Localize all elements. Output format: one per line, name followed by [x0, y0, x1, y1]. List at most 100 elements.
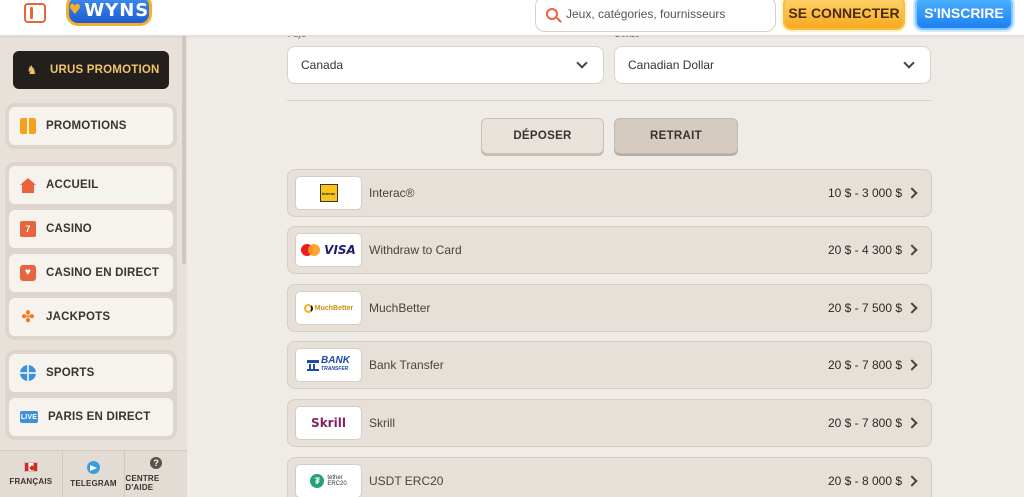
tether-icon: ₮: [310, 474, 325, 488]
telegram-icon: [87, 460, 100, 474]
telegram-label: TELEGRAM: [70, 478, 117, 488]
visa-wordmark: VISA: [324, 243, 356, 257]
tab-withdraw[interactable]: RETRAIT: [614, 118, 738, 154]
tether-logo: ₮ tether ERC20: [295, 464, 362, 497]
chevron-right-icon: [906, 359, 918, 371]
sidebar-item-label: ACCUEIL: [46, 179, 99, 191]
clover-icon: ✤: [21, 307, 35, 326]
sidebar-item-casino[interactable]: 7 CASINO: [9, 210, 173, 248]
payment-method-usdt-erc20[interactable]: ₮ tether ERC20 USDT ERC20 20 $ - 8 000 $: [287, 457, 932, 497]
sidebar-group-sports: SPORTS LIVE PARIS EN DIRECT: [5, 350, 177, 440]
tether-sub-wordmark: ERC20: [327, 481, 347, 487]
search-box[interactable]: [535, 0, 776, 32]
bank-building-icon: [307, 359, 320, 371]
brand-logo[interactable]: ♥ WYNS: [66, 0, 152, 26]
sidebar-item-urus-promotion[interactable]: ♞ URUS PROMOTION: [13, 51, 169, 89]
sidebar-scrollbar[interactable]: [182, 36, 186, 264]
currency-value: Canadian Dollar: [628, 58, 715, 72]
sidebar-group-promo: ♞ URUS PROMOTION: [5, 48, 177, 92]
method-name: MuchBetter: [369, 301, 431, 315]
main-content: Pays Canada Devise Canadian Dollar DÉPOS…: [187, 30, 1024, 497]
sidebar-item-label: SPORTS: [46, 367, 95, 379]
home-icon: [20, 177, 36, 193]
skrill-wordmark: Skrill: [311, 416, 346, 430]
search-input[interactable]: [566, 7, 756, 21]
live-badge-icon: LIVE: [20, 411, 38, 423]
muchbetter-logo: MuchBetter: [295, 291, 362, 325]
chevron-right-icon: [906, 475, 918, 487]
payment-method-interac[interactable]: Interac Interac® 10 $ - 3 000 $: [287, 169, 932, 217]
sidebar-item-label: CASINO: [46, 223, 92, 235]
method-range: 20 $ - 7 800 $: [827, 358, 902, 372]
country-select[interactable]: Canada: [287, 46, 604, 84]
payment-method-muchbetter[interactable]: MuchBetter MuchBetter 20 $ - 7 500 $: [287, 284, 932, 332]
gift-icon: [20, 118, 36, 134]
sidebar-item-label: URUS PROMOTION: [50, 64, 160, 76]
sidebar: ♞ URUS PROMOTION PROMOTIONS ACCUEIL 7 CA…: [0, 36, 187, 497]
muchbetter-wordmark: MuchBetter: [314, 304, 354, 312]
canada-flag-icon: [23, 462, 38, 472]
question-mark-icon: ?: [150, 456, 163, 469]
top-header: ♥ WYNS SE CONNECTER S'INSCRIRE: [0, 0, 1024, 36]
sidebar-group-casino: ACCUEIL 7 CASINO ♥ CASINO EN DIRECT ✤ JA…: [5, 162, 177, 340]
tab-deposit[interactable]: DÉPOSER: [481, 118, 604, 154]
method-range: 20 $ - 7 500 $: [827, 301, 902, 315]
chevron-right-icon: [906, 302, 918, 314]
chevron-right-icon: [906, 417, 918, 429]
payment-method-skrill[interactable]: Skrill Skrill 20 $ - 7 800 $: [287, 399, 932, 447]
sidebar-toggle-icon[interactable]: [24, 3, 46, 23]
help-center-link[interactable]: ? CENTRE D'AIDE: [125, 451, 187, 497]
live-casino-icon: ♥: [20, 265, 36, 281]
sidebar-item-label: PROMOTIONS: [46, 120, 127, 132]
payment-method-card[interactable]: VISA Withdraw to Card 20 $ - 4 300 $: [287, 226, 932, 274]
basketball-icon: [20, 365, 36, 381]
muchbetter-mark-icon: [303, 303, 313, 313]
search-icon: [546, 8, 558, 20]
visa-mastercard-logo: VISA: [295, 233, 362, 267]
heart-icon: ♥: [68, 2, 83, 18]
chevron-down-icon: [903, 57, 915, 69]
method-name: Skrill: [369, 416, 395, 430]
currency-select[interactable]: Canadian Dollar: [614, 46, 931, 84]
brand-name: WYNS: [84, 0, 150, 21]
chevron-right-icon: [906, 244, 918, 256]
sidebar-group-promotions: PROMOTIONS: [5, 103, 177, 149]
sidebar-item-label: CASINO EN DIRECT: [46, 267, 160, 279]
method-range: 10 $ - 3 000 $: [827, 186, 902, 200]
slot-machine-icon: 7: [20, 221, 36, 237]
bank-sub-wordmark: TRANSFER: [321, 366, 349, 372]
help-label: CENTRE D'AIDE: [125, 473, 160, 492]
sidebar-item-label: JACKPOTS: [46, 311, 111, 323]
payment-method-bank-transfer[interactable]: BANK TRANSFER Bank Transfer 20 $ - 7 800…: [287, 341, 932, 389]
sidebar-item-sports[interactable]: SPORTS: [9, 354, 173, 392]
chevron-down-icon: [576, 57, 588, 69]
telegram-link[interactable]: TELEGRAM: [63, 451, 126, 497]
method-name: Withdraw to Card: [369, 243, 462, 257]
chevron-right-icon: [906, 187, 918, 199]
sidebar-item-casino-en-direct[interactable]: ♥ CASINO EN DIRECT: [9, 254, 173, 292]
method-name: Bank Transfer: [369, 358, 444, 372]
sidebar-item-label: PARIS EN DIRECT: [48, 411, 151, 423]
divider: [287, 100, 931, 101]
sidebar-item-paris-en-direct[interactable]: LIVE PARIS EN DIRECT: [9, 398, 173, 436]
language-label: FRANÇAIS: [9, 477, 53, 486]
method-range: 20 $ - 8 000 $: [827, 474, 902, 488]
mastercard-yellow-circle: [308, 244, 321, 256]
bull-icon: ♞: [26, 63, 38, 77]
interac-logo-mark: Interac: [319, 184, 338, 202]
bank-transfer-logo: BANK TRANSFER: [295, 348, 362, 382]
method-range: 20 $ - 4 300 $: [827, 243, 902, 257]
interac-logo: Interac: [295, 176, 362, 210]
method-name: Interac®: [369, 186, 415, 200]
skrill-logo: Skrill: [295, 406, 362, 440]
login-button[interactable]: SE CONNECTER: [783, 0, 905, 30]
country-value: Canada: [301, 58, 344, 72]
sidebar-item-promotions[interactable]: PROMOTIONS: [9, 107, 173, 145]
method-range: 20 $ - 7 800 $: [827, 416, 902, 430]
sidebar-footer: FRANÇAIS TELEGRAM ? CENTRE D'AIDE: [0, 450, 187, 497]
signup-button[interactable]: S'INSCRIRE: [915, 0, 1013, 30]
sidebar-item-accueil[interactable]: ACCUEIL: [9, 166, 173, 204]
sidebar-item-jackpots[interactable]: ✤ JACKPOTS: [9, 298, 173, 336]
language-selector[interactable]: FRANÇAIS: [0, 451, 63, 497]
method-name: USDT ERC20: [369, 474, 444, 488]
